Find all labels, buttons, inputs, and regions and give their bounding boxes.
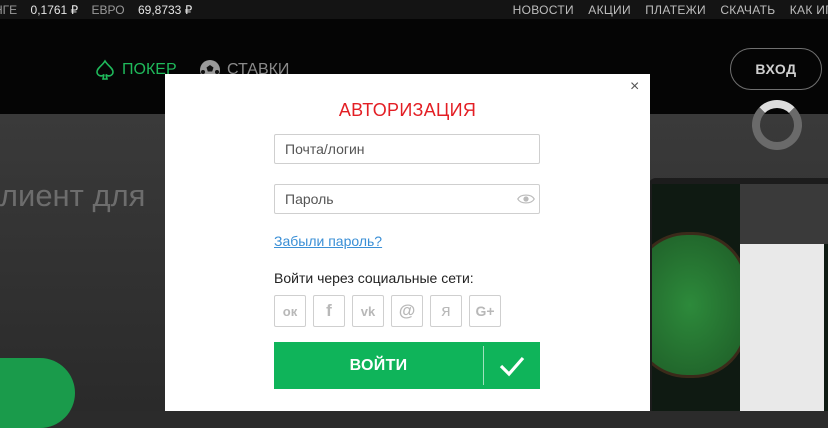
submit-button[interactable]: ВОЙТИ	[274, 342, 540, 389]
lobby-header-graphic	[740, 184, 828, 244]
rate-value: 69,8733 ₽	[137, 3, 193, 17]
nav-promotions[interactable]: АКЦИИ	[588, 3, 631, 17]
nav-download[interactable]: СКАЧАТЬ	[720, 3, 775, 17]
nav-how-to-play[interactable]: КАК ИГ	[790, 3, 828, 17]
nav-payments[interactable]: ПЛАТЕЖИ	[645, 3, 706, 17]
spade-icon	[96, 59, 114, 80]
odnoklassniki-button[interactable]: ок	[274, 295, 306, 327]
mail-button[interactable]: @	[391, 295, 423, 327]
facebook-icon: f	[326, 301, 332, 320]
chip-graphic	[752, 100, 802, 150]
auth-modal: × АВТОРИЗАЦИЯ Забыли пароль? Войти через…	[165, 74, 650, 411]
nav-news[interactable]: НОВОСТИ	[513, 3, 574, 17]
rate-label: НГЕ	[0, 3, 18, 17]
top-nav: НОВОСТИ АКЦИИ ПЛАТЕЖИ СКАЧАТЬ КАК ИГ	[502, 3, 828, 17]
login-field	[274, 134, 540, 164]
rate-value: 0,1761 ₽	[30, 3, 79, 17]
hero-title: клиент для	[0, 178, 146, 213]
laptop-image	[648, 178, 828, 411]
close-icon[interactable]: ×	[630, 78, 639, 96]
modal-title: АВТОРИЗАЦИЯ	[338, 100, 477, 120]
hero-download-button[interactable]	[0, 358, 75, 428]
vk-icon: vk	[360, 303, 376, 319]
mail-icon: @	[398, 301, 416, 320]
facebook-button[interactable]: f	[313, 295, 345, 327]
vk-button[interactable]: vk	[352, 295, 384, 327]
social-login-label: Войти через социальные сети:	[274, 270, 474, 286]
yandex-button[interactable]: я	[430, 295, 462, 327]
rate-item: ЕВРО 69,8733 ₽	[92, 3, 193, 17]
poker-client-screenshot	[652, 184, 828, 411]
currency-rates: НГЕ 0,1761 ₽ ЕВРО 69,8733 ₽	[0, 3, 202, 17]
password-input[interactable]	[275, 185, 525, 213]
google-plus-icon: G+	[475, 303, 495, 319]
rate-label: ЕВРО	[91, 3, 125, 17]
yandex-icon: я	[441, 301, 451, 320]
odnoklassniki-icon: ок	[282, 303, 298, 319]
login-input[interactable]	[275, 135, 525, 163]
login-button[interactable]: ВХОД	[730, 48, 822, 90]
rate-item: НГЕ 0,1761 ₽	[0, 3, 78, 17]
forgot-password-link[interactable]: Забыли пароль?	[274, 233, 382, 249]
google-plus-button[interactable]: G+	[469, 295, 501, 327]
checkmark-icon	[484, 342, 540, 389]
password-field	[274, 184, 540, 214]
eye-icon[interactable]	[517, 191, 535, 207]
poker-table-graphic	[652, 232, 748, 378]
social-buttons: ок f vk @ я G+	[274, 295, 501, 327]
top-bar: НГЕ 0,1761 ₽ ЕВРО 69,8733 ₽ НОВОСТИ АКЦИ…	[0, 0, 828, 19]
submit-button-label: ВОЙТИ	[349, 356, 408, 374]
submit-divider	[483, 346, 484, 385]
